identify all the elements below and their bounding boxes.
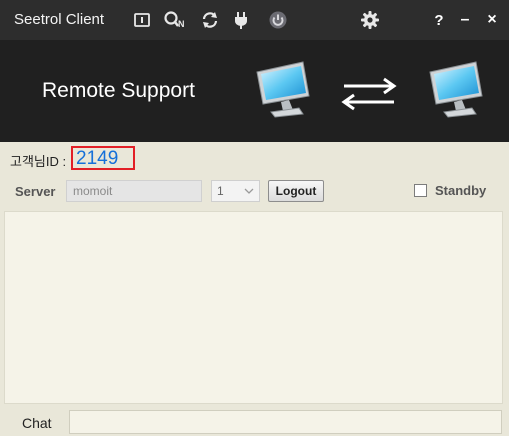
monitor-icon [429, 61, 483, 118]
svg-text:N: N [178, 19, 185, 29]
chat-log[interactable] [4, 211, 503, 404]
close-label: × [487, 11, 497, 28]
plug-icon[interactable] [229, 8, 253, 32]
standby-checkbox-box[interactable] [414, 184, 427, 197]
chat-label: Chat [22, 415, 52, 431]
close-button[interactable]: × [480, 8, 504, 32]
logout-button[interactable]: Logout [268, 180, 324, 202]
minimize-button[interactable]: – [453, 8, 477, 32]
port-select[interactable]: 1 [211, 180, 260, 202]
search-key-icon[interactable]: N [163, 8, 187, 32]
banner-title: Remote Support [42, 79, 195, 102]
standby-label: Standby [435, 183, 487, 198]
port-value: 1 [217, 184, 224, 198]
server-label: Server [15, 184, 56, 199]
gear-icon[interactable] [358, 8, 382, 32]
exchange-arrows-icon [341, 77, 397, 111]
title-bar: Seetrol Client N ? – × [0, 0, 509, 40]
power-icon[interactable] [266, 8, 290, 32]
refresh-icon[interactable] [198, 8, 222, 32]
customer-id-value: 2149 [71, 146, 135, 170]
help-button[interactable]: ? [427, 8, 451, 32]
minimize-label: – [460, 11, 470, 28]
server-input[interactable]: momoit [66, 180, 202, 202]
help-label: ? [434, 11, 444, 29]
chat-input[interactable] [69, 410, 502, 434]
banner: Remote Support [0, 40, 509, 142]
info-card-icon[interactable] [130, 8, 154, 32]
chevron-down-icon [244, 188, 254, 194]
app-title: Seetrol Client [14, 11, 105, 28]
customer-id-label: 고객님ID : [10, 154, 67, 169]
monitor-icon [256, 61, 310, 118]
